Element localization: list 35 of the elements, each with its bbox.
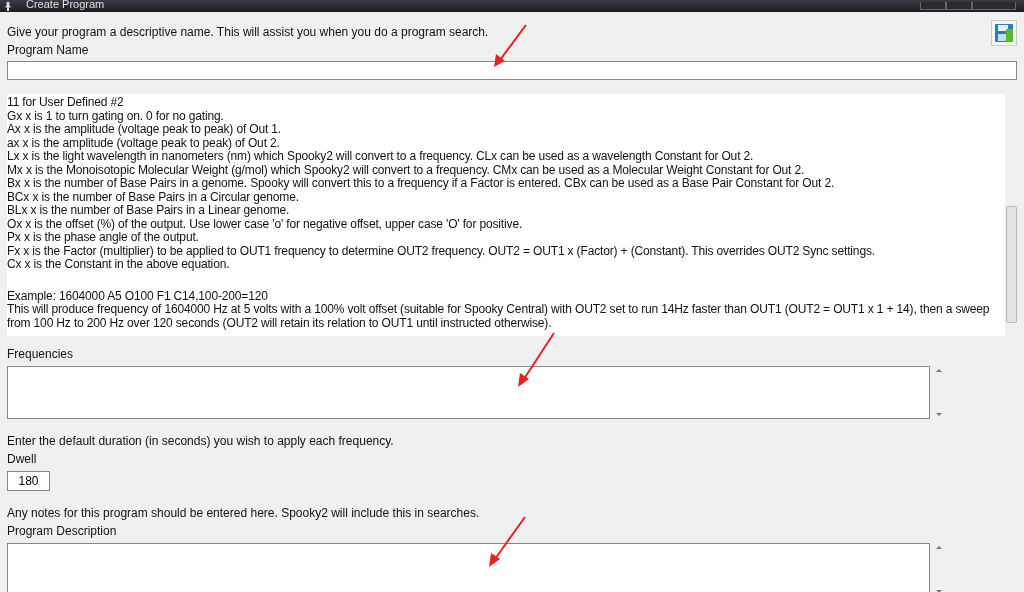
program-name-field[interactable] bbox=[7, 61, 1017, 80]
help-line: Example: 1604000 A5 O100 F1 C14,100-200=120 bbox=[7, 289, 269, 303]
description-hint: Any notes for this program should be entered here. Spooky2 will include this in searches. bbox=[7, 505, 480, 521]
help-line: Gx x is 1 to turn gating on. 0 for no gating. bbox=[7, 109, 224, 123]
maximize-button[interactable] bbox=[946, 2, 972, 10]
help-line: BCx x is the number of Base Pairs in a Circular genome. bbox=[7, 190, 299, 204]
help-line: ax x is the amplitude (voltage peak to peak) of Out 2. bbox=[7, 136, 280, 150]
annotation-arrow bbox=[492, 24, 528, 68]
dwell-hint: Enter the default duration (in seconds) you wish to apply each frequency. bbox=[7, 433, 394, 449]
program-description-label: Program Description bbox=[7, 523, 117, 539]
help-line: BLx x is the number of Base Pairs in a Linear genome. bbox=[7, 204, 290, 218]
program-description-field[interactable] bbox=[7, 543, 930, 592]
save-button[interactable] bbox=[991, 20, 1017, 46]
annotation-arrow bbox=[516, 332, 556, 388]
help-line: Px x is the phase angle of the output. bbox=[7, 231, 199, 245]
frequencies-field[interactable] bbox=[7, 366, 930, 419]
minimize-button[interactable] bbox=[920, 2, 946, 10]
help-line: This will produce frequency of 1604000 Hz at 5 volts with a 100% volt offset (suitable for Spooky Central) with OUT2 set to run 14Hz faster than OUT1 (OUT2 = OUT1 x 1 + 14), then a sweep from 100 Hz to 200 Hz over 120 seconds (OUT2 will retain its relation to OUT1 until instructed otherwise). bbox=[7, 303, 991, 330]
help-line: Bx x is the number of Base Pairs in a genome. Spooky will convert this to a frequency if a Factor is entered. CBx can be used as a Base Pair Constant for Out 2. bbox=[7, 177, 835, 191]
program-name-label: Program Name bbox=[7, 42, 89, 58]
dwell-field[interactable]: 180 bbox=[7, 471, 50, 491]
help-line: Cx x is the Constant in the above equation. bbox=[7, 258, 230, 272]
help-line: Mx x is the Monoisotopic Molecular Weight (g/mol) which Spooky2 will convert to a frequency. CMx can be used as a Molecular Weight Constant for Out 2. bbox=[7, 163, 805, 177]
app-icon bbox=[4, 1, 12, 11]
help-line: Fx x is the Factor (multiplier) to be applied to OUT1 frequency to determine OUT2 frequency. OUT2 = OUT1 x (Factor) + (Constant). This overrides OUT2 Sync settings. bbox=[7, 244, 875, 258]
help-line: Ox x is the offset (%) of the output. Use lower case 'o' for negative offset, upper case 'O' for positive. bbox=[7, 217, 523, 231]
close-button[interactable] bbox=[972, 2, 1016, 10]
help-line: 11 for User Defined #2 bbox=[7, 96, 124, 110]
dwell-label: Dwell bbox=[7, 451, 37, 467]
help-line: Lx x is the light wavelength in nanometers (nm) which Spooky2 will convert to a frequency. CLx can be used as a wavelength Constant for Out 2. bbox=[7, 150, 754, 164]
frequencies-label: Frequencies bbox=[7, 346, 74, 362]
window-title: Create Program bbox=[26, 0, 105, 10]
help-line: Ax x is the amplitude (voltage peak to peak) of Out 1. bbox=[7, 123, 282, 137]
annotation-arrow bbox=[487, 516, 527, 568]
name-hint: Give your program a descriptive name. This will assist you when you do a program search. bbox=[7, 24, 489, 40]
